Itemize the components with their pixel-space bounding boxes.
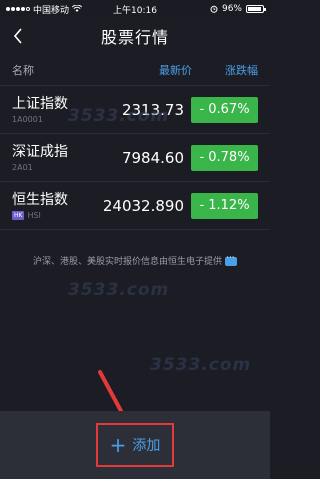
hk-market-tag: HK xyxy=(12,211,25,220)
battery-icon xyxy=(246,5,266,13)
carrier-name: 中国移动 xyxy=(33,5,70,16)
stock-price: 7984.60 xyxy=(121,148,184,167)
add-button[interactable]: + 添加 xyxy=(96,423,174,467)
data-source-text: 沪深、港股、美股实时报价信息由恒生电子提供 xyxy=(32,257,222,267)
stock-code: 1A0001 xyxy=(12,115,43,124)
stock-change-badge[interactable]: - 0.78% xyxy=(191,144,258,171)
nav-bar: 股票行情 xyxy=(0,18,270,54)
battery-percent: 96% xyxy=(221,4,242,14)
more-info-icon[interactable] xyxy=(225,253,237,266)
wifi-icon xyxy=(72,5,83,12)
column-price-header[interactable]: 最新价 xyxy=(114,62,192,78)
bottom-bar: + 添加 xyxy=(0,411,270,479)
column-header: 名称 最新价 涨跌幅 xyxy=(0,54,270,86)
signal-strength-icon xyxy=(6,7,30,11)
stock-change-badge[interactable]: - 1.12% xyxy=(191,192,258,219)
status-left: 中国移动 xyxy=(6,3,210,16)
add-button-label: 添加 xyxy=(132,438,161,454)
alarm-icon xyxy=(210,5,218,13)
stock-code-line: 2A01 xyxy=(12,163,122,172)
back-button[interactable] xyxy=(8,24,28,48)
stock-name-block: 深证成指 2A01 xyxy=(12,143,122,172)
stock-price: 24032.890 xyxy=(102,196,184,215)
stock-code-line: HK HSI xyxy=(12,211,103,220)
stock-name-block: 恒生指数 HK HSI xyxy=(12,191,103,220)
battery-fill xyxy=(248,7,262,11)
watermark-logo: 3533.com xyxy=(68,106,170,126)
watermark-logo: 3533.com xyxy=(150,355,252,375)
stock-code: 2A01 xyxy=(12,163,33,172)
stock-code: HSI xyxy=(27,211,41,220)
plus-icon: + xyxy=(109,433,127,457)
stock-row[interactable]: 深证成指 2A01 7984.60 - 0.78% xyxy=(0,134,270,182)
status-right: 96% xyxy=(210,4,266,14)
status-bar: 中国移动 上午10:16 96% xyxy=(0,0,270,18)
data-source-note: 沪深、港股、美股实时报价信息由恒生电子提供 xyxy=(0,253,270,267)
column-change-header[interactable]: 涨跌幅 xyxy=(210,62,258,78)
page-title: 股票行情 xyxy=(100,28,169,47)
stock-name: 深证成指 xyxy=(12,144,68,160)
column-name-header: 名称 xyxy=(12,63,34,77)
stock-row[interactable]: 恒生指数 HK HSI 24032.890 - 1.12% xyxy=(0,182,270,230)
chevron-left-icon xyxy=(13,28,22,44)
watermark-logo: 3533.com xyxy=(68,280,170,300)
stock-name: 恒生指数 xyxy=(12,192,68,208)
stock-change-badge[interactable]: - 0.67% xyxy=(191,96,258,123)
